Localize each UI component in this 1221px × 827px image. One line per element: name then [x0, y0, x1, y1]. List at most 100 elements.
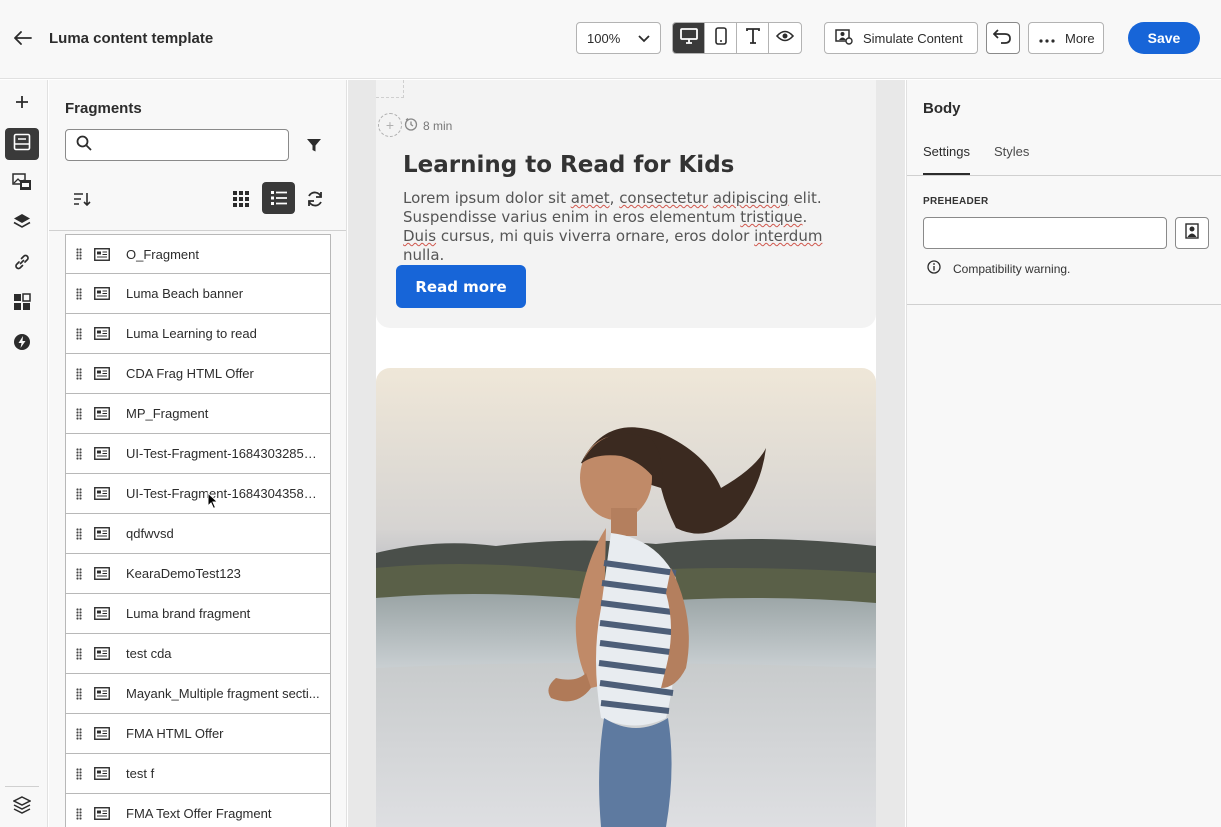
fragment-list-item[interactable]: Luma Beach banner: [65, 274, 331, 314]
grid-view-icon[interactable]: [229, 187, 253, 211]
text-view-button[interactable]: [737, 23, 769, 53]
save-button[interactable]: Save: [1128, 22, 1200, 54]
preheader-label: PREHEADER: [923, 196, 989, 207]
drag-handle-icon[interactable]: [66, 727, 92, 740]
personalization-button[interactable]: [1175, 217, 1209, 249]
fragment-list-item[interactable]: Mayank_Multiple fragment secti...: [65, 674, 331, 714]
sort-icon[interactable]: [71, 188, 93, 210]
drag-handle-icon[interactable]: [66, 407, 92, 420]
view-mode-group: [672, 22, 802, 54]
read-time: 8 min: [404, 117, 452, 134]
drag-handle-icon[interactable]: [66, 687, 92, 700]
drag-handle-icon[interactable]: [66, 647, 92, 660]
fragment-name: O_Fragment: [126, 246, 199, 262]
add-component-icon[interactable]: +: [378, 113, 402, 137]
fragment-name: UI-Test-Fragment-168430328546...: [126, 446, 322, 461]
text-icon: [745, 27, 761, 49]
fragment-list-item[interactable]: FMA HTML Offer: [65, 714, 331, 754]
desktop-view-button[interactable]: [673, 23, 705, 53]
assets-rail-button[interactable]: [5, 168, 39, 200]
preheader-input[interactable]: [923, 217, 1167, 249]
fragment-list-item[interactable]: CDA Frag HTML Offer: [65, 354, 331, 394]
fragment-type-icon: [92, 727, 112, 740]
list-view-icon[interactable]: [262, 182, 295, 214]
dynamic-content-rail-button[interactable]: [5, 328, 39, 360]
fragment-list-item[interactable]: test cda: [65, 634, 331, 674]
fragment-list-item[interactable]: Luma Learning to read: [65, 314, 331, 354]
personalize-icon: [1185, 222, 1199, 244]
fragments-rail-button[interactable]: [5, 128, 39, 160]
body-text-run: cursus, mi quis viverra ornare, eros dol…: [436, 227, 755, 245]
read-time-text: 8 min: [423, 118, 453, 133]
fragment-list-item[interactable]: KearaDemoTest123: [65, 554, 331, 594]
zoom-value: 100%: [587, 30, 621, 46]
content-card[interactable]: + 8 min Learning to Read for Kids Lorem …: [376, 80, 876, 328]
preview-button[interactable]: [769, 23, 801, 53]
left-rail: [0, 80, 48, 827]
read-more-button[interactable]: Read more: [396, 265, 526, 308]
clock-icon: [404, 117, 418, 134]
search-icon: [76, 135, 92, 156]
drag-handle-icon[interactable]: [66, 487, 92, 500]
fragment-list-item[interactable]: qdfwvsd: [65, 514, 331, 554]
fragment-type-icon: [92, 447, 112, 460]
fragment-type-icon: [92, 367, 112, 380]
spellcheck-word: tristique: [740, 208, 803, 226]
fragment-type-icon: [92, 687, 112, 700]
email-canvas: + 8 min Learning to Read for Kids Lorem …: [348, 80, 905, 827]
mobile-icon: [714, 26, 727, 50]
spellcheck-word: amet: [570, 189, 610, 207]
drag-handle-icon[interactable]: [66, 327, 92, 340]
fragment-list-item[interactable]: UI-Test-Fragment-168430435899...: [65, 474, 331, 514]
more-button[interactable]: More: [1028, 22, 1104, 54]
tab-settings[interactable]: Settings: [923, 144, 970, 175]
panel-divider: [907, 304, 1221, 305]
drag-handle-icon[interactable]: [66, 567, 92, 580]
layers-rail-button[interactable]: [5, 208, 39, 240]
fragment-name: Mayank_Multiple fragment secti...: [126, 686, 320, 701]
drag-handle-icon[interactable]: [66, 287, 92, 300]
fragment-list-item[interactable]: O_Fragment: [65, 234, 331, 274]
layers-bottom-button[interactable]: [5, 791, 39, 823]
fragment-name: UI-Test-Fragment-168430435899...: [126, 486, 322, 501]
tab-styles[interactable]: Styles: [994, 144, 1029, 175]
email-body: + 8 min Learning to Read for Kids Lorem …: [376, 80, 876, 827]
drag-handle-icon[interactable]: [66, 767, 92, 780]
drag-handle-icon[interactable]: [66, 607, 92, 620]
fragment-list-item[interactable]: Luma brand fragment: [65, 594, 331, 634]
undo-icon: [992, 28, 1013, 49]
filter-icon[interactable]: [303, 134, 325, 156]
mobile-view-button[interactable]: [705, 23, 737, 53]
body-text-run: .: [802, 208, 808, 226]
drag-handle-icon[interactable]: [66, 527, 92, 540]
layers-icon: [13, 213, 31, 236]
body-text-run: ,: [609, 189, 620, 207]
add-components-button[interactable]: [5, 88, 39, 120]
drag-handle-icon[interactable]: [66, 447, 92, 460]
fragment-list-item[interactable]: UI-Test-Fragment-168430328546...: [65, 434, 331, 474]
fragment-name: Luma brand fragment: [126, 606, 251, 621]
drag-handle-icon[interactable]: [66, 367, 92, 380]
simulate-content-button[interactable]: Simulate Content: [824, 22, 978, 54]
fragment-list-item[interactable]: FMA Text Offer Fragment: [65, 794, 331, 827]
more-label: More: [1065, 30, 1095, 46]
mouse-cursor-icon: [207, 491, 219, 515]
fragments-search-field[interactable]: [65, 129, 289, 161]
link-icon: [13, 253, 31, 276]
drag-handle-icon[interactable]: [66, 807, 92, 820]
hero-image-runner[interactable]: [376, 368, 876, 827]
undo-button[interactable]: [986, 22, 1020, 54]
links-rail-button[interactable]: [5, 248, 39, 280]
simulate-content-label: Simulate Content: [863, 30, 963, 46]
fragment-type-icon: [92, 247, 112, 261]
refresh-icon[interactable]: [303, 187, 327, 211]
fragment-list-item[interactable]: MP_Fragment: [65, 394, 331, 434]
fragment-type-icon: [92, 527, 112, 540]
image-icon: [12, 172, 32, 196]
fragment-list-item[interactable]: test f: [65, 754, 331, 794]
structures-rail-button[interactable]: [5, 288, 39, 320]
drag-handle-icon[interactable]: [66, 248, 92, 260]
fragment-type-icon: [92, 807, 112, 820]
back-arrow-icon[interactable]: [12, 26, 34, 50]
zoom-select[interactable]: 100%: [576, 22, 661, 54]
